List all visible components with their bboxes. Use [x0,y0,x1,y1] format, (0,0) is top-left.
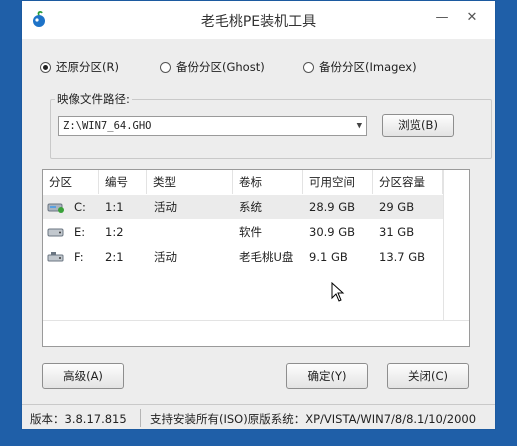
column-header-type[interactable]: 类型 [147,170,233,194]
column-header-number[interactable]: 编号 [99,170,147,194]
radio-label: 备份分区(Imagex) [319,60,417,74]
radio-label: 备份分区(Ghost) [176,60,265,74]
partition-list[interactable]: 分区 编号 类型 卷标 可用空间 分区容量 C: 1:1 活动 系统 28.9 … [42,169,470,347]
cell-label: 系统 [239,200,262,214]
system-drive-icon [47,203,64,213]
cell-free: 9.1 GB [309,250,348,264]
horizontal-divider [43,320,469,321]
column-header-label[interactable]: 卷标 [233,170,303,194]
cell-capacity: 29 GB [379,200,415,214]
cell-free: 28.9 GB [309,200,356,214]
status-divider [140,409,141,427]
close-window-button[interactable]: ✕ [460,9,484,27]
cell-free: 30.9 GB [309,225,356,239]
table-row[interactable]: C: 1:1 活动 系统 28.9 GB 29 GB [43,195,443,219]
cell-partition: F: [74,250,84,264]
radio-dot-checked[interactable] [40,61,51,73]
cell-type: 活动 [154,250,177,264]
table-row[interactable]: E: 1:2 软件 30.9 GB 31 GB [43,220,443,244]
cell-label: 软件 [239,225,262,239]
column-header-partition[interactable]: 分区 [43,170,99,194]
chevron-down-icon[interactable]: ▼ [357,117,362,135]
usb-drive-icon [47,252,64,262]
hard-drive-icon [47,228,64,237]
browse-button[interactable]: 浏览(B) [382,114,454,137]
version-text: 版本：3.8.17.815 [30,412,127,426]
cell-capacity: 13.7 GB [379,250,426,264]
image-path-label: 映像文件路径: [55,91,132,107]
ok-button[interactable]: 确定(Y) [286,363,368,389]
cell-capacity: 31 GB [379,225,415,239]
list-header: 分区 编号 类型 卷标 可用空间 分区容量 [43,170,443,194]
advanced-button[interactable]: 高级(A) [42,363,124,389]
cell-type: 活动 [154,200,177,214]
cell-number: 2:1 [105,250,124,264]
mode-radio-group: 还原分区(R) 备份分区(Ghost) 备份分区(Imagex) [22,59,495,79]
column-divider [443,170,444,320]
radio-dot[interactable] [160,61,171,73]
close-button[interactable]: 关闭(C) [387,363,469,389]
backup-imagex-radio[interactable]: 备份分区(Imagex) [303,59,417,75]
minimize-button[interactable]: — [430,9,454,27]
mouse-pointer-icon [331,282,345,302]
installer-window: 老毛桃PE装机工具 — ✕ 还原分区(R) 备份分区(Ghost) 备份分区(I… [21,0,496,430]
cell-partition: C: [74,200,86,214]
window-title: 老毛桃PE装机工具 [200,14,317,30]
image-path-combobox[interactable]: Z:\WIN7_64.GHO ▼ [58,116,367,136]
image-path-value: Z:\WIN7_64.GHO [63,120,152,132]
cell-number: 1:2 [105,225,124,239]
image-path-group: 映像文件路径: Z:\WIN7_64.GHO ▼ 浏览(B) [50,91,492,159]
status-bar: 版本：3.8.17.815 支持安装所有(ISO)原版系统：XP/VISTA/W… [22,404,495,431]
cell-label: 老毛桃U盘 [239,250,294,264]
cell-number: 1:1 [105,200,124,214]
table-row[interactable]: F: 2:1 活动 老毛桃U盘 9.1 GB 13.7 GB [43,245,443,269]
cell-partition: E: [74,225,86,239]
column-header-free[interactable]: 可用空间 [303,170,373,194]
backup-ghost-radio[interactable]: 备份分区(Ghost) [160,59,265,75]
title-bar[interactable]: 老毛桃PE装机工具 — ✕ [22,1,495,39]
supported-systems-text: 支持安装所有(ISO)原版系统：XP/VISTA/WIN7/8/8.1/10/2… [150,412,477,426]
column-header-capacity[interactable]: 分区容量 [373,170,443,194]
restore-partition-radio[interactable]: 还原分区(R) [40,59,119,75]
radio-label: 还原分区(R) [56,60,119,74]
radio-dot[interactable] [303,61,314,73]
